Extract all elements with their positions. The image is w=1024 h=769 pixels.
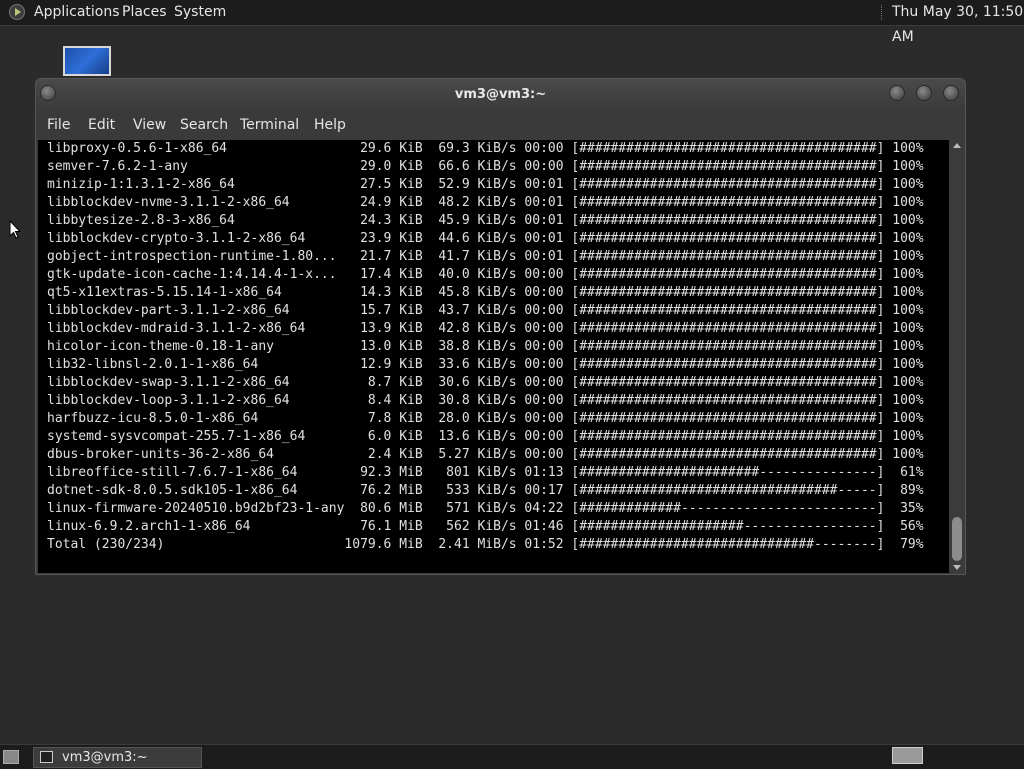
menu-help[interactable]: Help <box>312 111 348 139</box>
clock[interactable]: Thu May 30, 11:50 AM <box>892 0 1024 50</box>
terminal-icon <box>40 751 53 763</box>
terminal-line: libblockdev-loop-3.1.1-2-x86_64 8.4 KiB … <box>47 393 924 408</box>
terminal-line: linux-firmware-20240510.b9d2bf23-1-any 8… <box>47 501 924 516</box>
terminal-line: gobject-introspection-runtime-1.80... 21… <box>47 249 924 264</box>
menu-terminal[interactable]: Terminal <box>238 111 301 139</box>
applications-menu[interactable]: Applications <box>30 0 124 25</box>
places-menu[interactable]: Places <box>118 0 171 25</box>
taskbar-task-label: vm3@vm3:~ <box>62 750 148 765</box>
terminal-line: lib32-libnsl-2.0.1-1-x86_64 12.9 KiB 33.… <box>47 357 924 372</box>
terminal-line: libbytesize-2.8-3-x86_64 24.3 KiB 45.9 K… <box>47 213 924 228</box>
panel-separator <box>881 5 884 20</box>
menu-edit[interactable]: Edit <box>86 111 117 139</box>
mouse-pointer-icon <box>9 220 21 239</box>
terminal-line: libblockdev-nvme-3.1.1-2-x86_64 24.9 KiB… <box>47 195 924 210</box>
monitor-icon <box>63 46 111 76</box>
maximize-button[interactable] <box>916 85 932 101</box>
applications-logo-icon[interactable] <box>9 4 25 20</box>
menu-file[interactable]: File <box>45 111 72 139</box>
menu-view[interactable]: View <box>131 111 168 139</box>
system-menu[interactable]: System <box>170 0 230 25</box>
terminal-line: dbus-broker-units-36-2-x86_64 2.4 KiB 5.… <box>47 447 924 462</box>
terminal-scrollbar[interactable] <box>950 140 964 573</box>
close-button[interactable] <box>943 85 959 101</box>
terminal-line: qt5-x11extras-5.15.14-1-x86_64 14.3 KiB … <box>47 285 924 300</box>
scrollbar-thumb[interactable] <box>952 517 962 561</box>
terminal-line: libproxy-0.5.6-1-x86_64 29.6 KiB 69.3 Ki… <box>47 141 924 156</box>
menu-search[interactable]: Search <box>178 111 230 139</box>
terminal-line: libblockdev-crypto-3.1.1-2-x86_64 23.9 K… <box>47 231 924 246</box>
terminal-line: systemd-sysvcompat-255.7-1-x86_64 6.0 Ki… <box>47 429 924 444</box>
window-menubar: File Edit View Search Terminal Help <box>36 111 965 139</box>
terminal-window: vm3@vm3:~ File Edit View Search Terminal… <box>35 78 966 575</box>
minimize-button[interactable] <box>889 85 905 101</box>
terminal-line: libblockdev-swap-3.1.1-2-x86_64 8.7 KiB … <box>47 375 924 390</box>
top-panel: Applications Places System Thu May 30, 1… <box>0 0 1024 45</box>
workspace-switcher[interactable] <box>892 747 923 764</box>
terminal-line: Total (230/234) 1079.6 MiB 2.41 MiB/s 01… <box>47 537 924 552</box>
terminal-line: linux-6.9.2.arch1-1-x86_64 76.1 MiB 562 … <box>47 519 924 534</box>
bottom-panel: vm3@vm3:~ <box>0 744 1024 769</box>
scroll-down-arrow-icon[interactable] <box>953 565 961 570</box>
terminal-line: semver-7.6.2-1-any 29.0 KiB 66.6 KiB/s 0… <box>47 159 924 174</box>
computer-desktop-icon[interactable] <box>63 46 111 80</box>
terminal-line: hicolor-icon-theme-0.18-1-any 13.0 KiB 3… <box>47 339 924 354</box>
terminal-line: minizip-1:1.3.1-2-x86_64 27.5 KiB 52.9 K… <box>47 177 924 192</box>
terminal-line: gtk-update-icon-cache-1:4.14.4-1-x... 17… <box>47 267 924 282</box>
terminal-line: harfbuzz-icu-8.5.0-1-x86_64 7.8 KiB 28.0… <box>47 411 924 426</box>
terminal-output[interactable]: libproxy-0.5.6-1-x86_64 29.6 KiB 69.3 Ki… <box>38 140 949 573</box>
window-titlebar[interactable]: vm3@vm3:~ <box>36 79 965 111</box>
taskbar-terminal-button[interactable]: vm3@vm3:~ <box>33 747 202 768</box>
window-title: vm3@vm3:~ <box>454 87 547 102</box>
show-desktop-icon[interactable] <box>3 750 19 764</box>
terminal-line: libreoffice-still-7.6.7-1-x86_64 92.3 Mi… <box>47 465 924 480</box>
terminal-line: libblockdev-part-3.1.1-2-x86_64 15.7 KiB… <box>47 303 924 318</box>
terminal-line: libblockdev-mdraid-3.1.1-2-x86_64 13.9 K… <box>47 321 924 336</box>
scroll-up-arrow-icon[interactable] <box>953 143 961 148</box>
terminal-line: dotnet-sdk-8.0.5.sdk105-1-x86_64 76.2 Mi… <box>47 483 924 498</box>
